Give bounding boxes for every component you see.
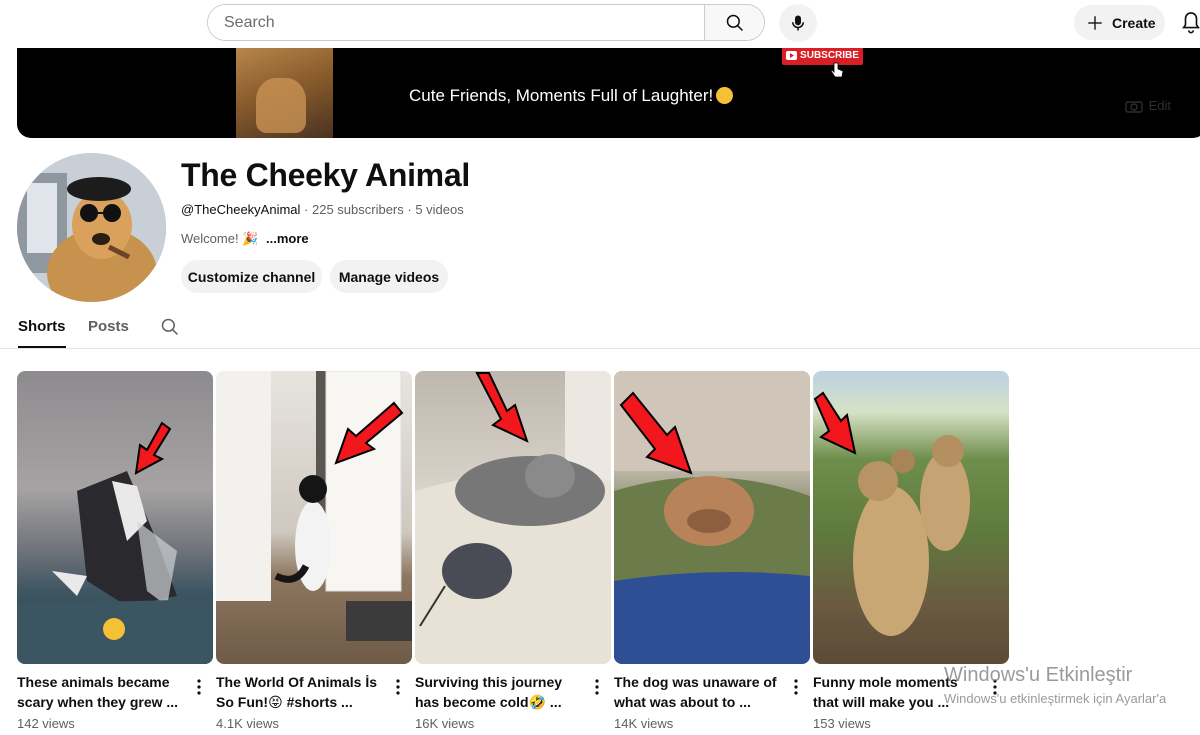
video-count: 5 videos — [415, 202, 464, 217]
search-input[interactable] — [208, 5, 704, 40]
short-views: 153 views — [813, 716, 871, 731]
windows-activation-watermark: Windows'u Etkinleştir Windows'u etkinleş… — [944, 664, 1166, 706]
channel-name: The Cheeky Animal — [181, 157, 470, 193]
cursor-hand-icon — [830, 62, 844, 78]
short-title[interactable]: Surviving this journey has become cold🤣 … — [415, 672, 580, 712]
more-options-icon[interactable] — [587, 677, 607, 697]
orca-image — [17, 471, 213, 664]
search-box — [207, 4, 765, 41]
customize-channel-button[interactable]: Customize channel — [181, 260, 322, 293]
mic-icon — [792, 15, 804, 31]
banner-tagline: Cute Friends, Moments Full of Laughter! — [409, 86, 734, 106]
watermark-subtitle: Windows'u etkinleştirmek için Ayarlar'a — [944, 691, 1167, 706]
create-button[interactable]: Create — [1074, 5, 1165, 40]
short-card[interactable]: Surviving this journey has become cold🤣 … — [415, 371, 611, 731]
create-label: Create — [1112, 14, 1156, 31]
meta-separator: · — [300, 202, 312, 217]
more-link[interactable]: ...more — [266, 231, 309, 246]
scared-emoji-icon — [103, 618, 125, 640]
short-title[interactable]: The dog was unaware of what was about to… — [614, 672, 779, 712]
description-text: Welcome! 🎉 — [181, 231, 259, 246]
youtube-play-icon — [786, 51, 798, 60]
camera-icon — [1124, 100, 1143, 113]
short-views: 142 views — [17, 716, 75, 731]
search-button[interactable] — [704, 5, 764, 40]
voice-search-button[interactable] — [779, 4, 817, 42]
banner-dog-image — [236, 48, 333, 138]
bell-icon[interactable] — [1180, 10, 1200, 36]
smile-emoji-icon — [716, 87, 734, 104]
short-views: 14K views — [614, 716, 674, 731]
more-options-icon[interactable] — [189, 677, 209, 697]
short-thumbnail[interactable] — [17, 371, 213, 664]
red-arrow-icon — [334, 401, 404, 465]
red-arrow-icon — [813, 391, 857, 455]
watermark-title: Windows'u Etkinleştir — [944, 664, 1133, 686]
red-arrow-icon — [475, 372, 529, 443]
red-arrow-icon — [619, 391, 693, 475]
short-views: 16K views — [415, 716, 475, 731]
subscriber-count: 225 subscribers — [311, 202, 404, 217]
short-thumbnail[interactable] — [415, 371, 611, 664]
channel-handle: @TheCheekyAnimal — [181, 202, 301, 217]
channel-meta: @TheCheekyAnimal · 225 subscribers · 5 v… — [181, 202, 464, 217]
red-arrow-icon — [134, 421, 172, 475]
tab-shorts[interactable]: Shorts — [18, 318, 66, 348]
short-card[interactable]: The World Of Animals İs So Fun!😝 #shorts… — [216, 371, 412, 731]
short-card[interactable]: Funny mole moments that will make you ..… — [813, 371, 1009, 731]
short-card[interactable]: The dog was unaware of what was about to… — [614, 371, 810, 731]
short-title[interactable]: The World Of Animals İs So Fun!😝 #shorts… — [216, 672, 381, 712]
meta-separator: · — [403, 202, 416, 217]
channel-avatar[interactable] — [17, 153, 166, 302]
top-bar: Create — [0, 0, 1200, 48]
more-options-icon[interactable] — [388, 677, 408, 697]
search-icon — [726, 14, 743, 31]
short-thumbnail[interactable] — [216, 371, 412, 664]
short-thumbnail[interactable] — [813, 371, 1009, 664]
banner-edit-label: Edit — [1148, 98, 1171, 113]
plus-icon — [1088, 15, 1102, 30]
channel-description[interactable]: Welcome! 🎉 ...more — [181, 231, 309, 247]
avatar-dog-image — [17, 153, 166, 302]
channel-banner: SUBSCRIBE Cute Friends, Moments Full of … — [17, 48, 1200, 138]
search-icon[interactable] — [160, 317, 180, 337]
banner-tagline-text: Cute Friends, Moments Full of Laughter! — [409, 86, 714, 105]
channel-tabs: Shorts Posts — [0, 310, 1200, 349]
more-options-icon[interactable] — [786, 677, 806, 697]
banner-edit-hint[interactable]: Edit — [1124, 98, 1171, 113]
short-thumbnail[interactable] — [614, 371, 810, 664]
banner-subscribe-label: SUBSCRIBE — [800, 50, 859, 61]
banner-subscribe-graphic: SUBSCRIBE — [782, 48, 863, 65]
short-views: 4.1K views — [216, 716, 279, 731]
short-card[interactable]: These animals became scary when they gre… — [17, 371, 213, 731]
short-title[interactable]: These animals became scary when they gre… — [17, 672, 182, 712]
tab-posts[interactable]: Posts — [88, 318, 129, 335]
manage-videos-button[interactable]: Manage videos — [330, 260, 448, 293]
